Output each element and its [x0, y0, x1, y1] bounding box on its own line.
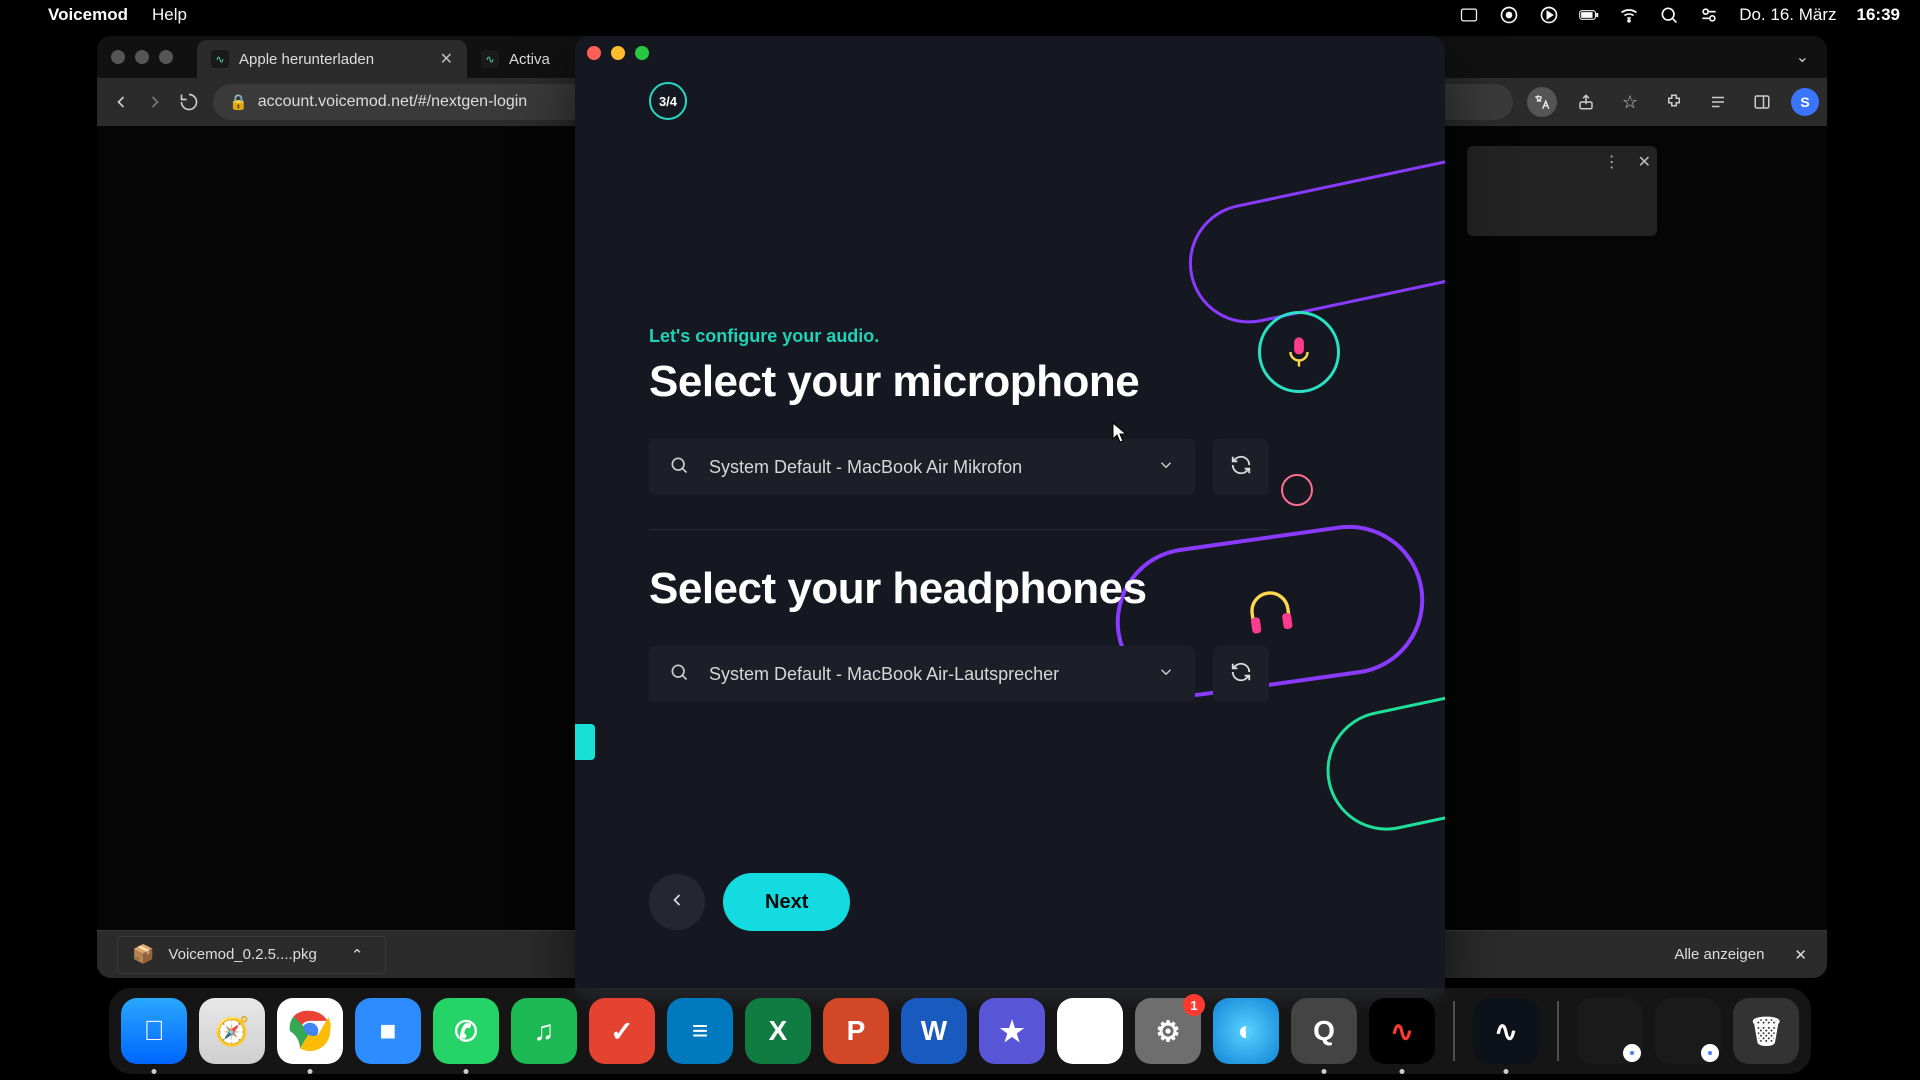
voicemod-traffic-lights[interactable]	[587, 46, 649, 60]
decorative-ring-green	[1315, 670, 1445, 841]
dock-divider	[1557, 1001, 1559, 1061]
tab2-favicon-icon: ∿	[481, 50, 499, 68]
dock-trash[interactable]: 🗑	[1733, 998, 1799, 1064]
decorative-small-circle	[1281, 474, 1313, 506]
reading-list-icon[interactable]	[1703, 87, 1733, 117]
onboarding-step-badge: 3/4	[649, 82, 687, 120]
dock-settings[interactable]: ⚙1	[1135, 998, 1201, 1064]
refresh-icon	[1230, 661, 1252, 688]
dock-todoist[interactable]: ✓	[589, 998, 655, 1064]
dock-chrome[interactable]	[277, 998, 343, 1064]
menubar-app-name[interactable]: Voicemod	[48, 5, 128, 25]
share-icon[interactable]	[1571, 87, 1601, 117]
menubar-wifi-icon[interactable]	[1619, 5, 1639, 25]
headphones-refresh-button[interactable]	[1213, 646, 1269, 702]
dock-trello[interactable]: ≡	[667, 998, 733, 1064]
mic-section-title: Select your microphone	[649, 357, 1269, 407]
dock-voicemod[interactable]: ∿	[1473, 998, 1539, 1064]
macos-menubar: Voicemod Help Do. 16. März 16:39	[0, 0, 1920, 29]
nav-forward-icon[interactable]	[145, 89, 165, 115]
headphones-section-title: Select your headphones	[649, 564, 1269, 614]
chevron-down-icon	[1157, 456, 1175, 479]
download-item[interactable]: 📦 Voicemod_0.2.5....pkg ⌃	[117, 936, 386, 974]
onboarding-subtitle: Let's configure your audio.	[649, 326, 1269, 347]
dock-siri[interactable]: ◐	[1213, 998, 1279, 1064]
panel-close-icon[interactable]: ✕	[1638, 152, 1651, 172]
menubar-date[interactable]: Do. 16. März	[1739, 5, 1836, 25]
decorative-ring-top	[1178, 117, 1445, 334]
chrome-tab-2[interactable]: ∿ Activa	[467, 40, 564, 78]
dock-spotify[interactable]: ♫	[511, 998, 577, 1064]
extensions-icon[interactable]	[1659, 87, 1689, 117]
chrome-profile-avatar[interactable]: S	[1791, 88, 1819, 116]
tabs-overflow-icon[interactable]: ⌄	[1796, 47, 1827, 67]
voicemod-window: 3/4 Let's configure your audio. Select y…	[575, 36, 1445, 1001]
dock-safari[interactable]: 🧭	[199, 998, 265, 1064]
dock-quicktime[interactable]: Q	[1291, 998, 1357, 1064]
search-icon	[669, 662, 689, 687]
tab1-title: Apple herunterladen	[239, 51, 374, 68]
dock-word[interactable]: W	[901, 998, 967, 1064]
headphones-selected-value: System Default - MacBook Air-Lautspreche…	[709, 664, 1059, 685]
dock-powerpoint[interactable]: P	[823, 998, 889, 1064]
dock-whatsapp[interactable]: ✆	[433, 998, 499, 1064]
chrome-traffic-lights[interactable]	[111, 50, 173, 64]
macos-dock: 􀈕 🧭 ■ ✆ ♫ ✓ ≡ X P W ★ ▲ ⚙1 ◐ Q ∿ ∿ 🗑	[109, 988, 1811, 1074]
microphone-badge-icon	[1258, 311, 1340, 393]
download-filename: Voicemod_0.2.5....pkg	[168, 946, 316, 963]
menubar-battery-icon[interactable]	[1579, 5, 1599, 25]
chevron-down-icon	[1157, 663, 1175, 686]
menubar-control-center-icon[interactable]	[1699, 5, 1719, 25]
microphone-refresh-button[interactable]	[1213, 439, 1269, 495]
bookmark-icon[interactable]: ☆	[1615, 87, 1645, 117]
menubar-search-icon[interactable]	[1659, 5, 1679, 25]
chrome-tab-1[interactable]: ∿ Apple herunterladen ✕	[197, 40, 467, 78]
dock-voicememos[interactable]: ∿	[1369, 998, 1435, 1064]
package-icon: 📦	[132, 944, 154, 965]
downloads-show-all[interactable]: Alle anzeigen	[1674, 946, 1764, 963]
menubar-time[interactable]: 16:39	[1857, 5, 1900, 25]
dock-divider	[1453, 1001, 1455, 1061]
url-text: account.voicemod.net/#/nextgen-login	[258, 93, 528, 111]
menubar-record-icon[interactable]	[1499, 5, 1519, 25]
downloads-close-icon[interactable]: ✕	[1794, 946, 1807, 964]
microphone-select[interactable]: System Default - MacBook Air Mikrofon	[649, 439, 1195, 495]
dock-zoom[interactable]: ■	[355, 998, 421, 1064]
settings-badge: 1	[1183, 994, 1205, 1016]
dock-googledrive[interactable]: ▲	[1057, 998, 1123, 1064]
menubar-lang-icon[interactable]	[1459, 5, 1479, 25]
dock-imovie[interactable]: ★	[979, 998, 1045, 1064]
microphone-selected-value: System Default - MacBook Air Mikrofon	[709, 457, 1022, 478]
translate-icon[interactable]	[1527, 87, 1557, 117]
download-menu-icon[interactable]: ⌃	[351, 946, 364, 964]
dock-finder[interactable]: 􀈕	[121, 998, 187, 1064]
arrow-left-icon	[667, 890, 687, 915]
search-icon	[669, 455, 689, 480]
menubar-help[interactable]: Help	[152, 5, 187, 25]
lock-icon: 🔒	[229, 93, 248, 111]
chrome-dropdown-panel: ⋮ ✕	[1467, 146, 1657, 236]
nav-back-icon[interactable]	[111, 89, 131, 115]
tab1-favicon-icon: ∿	[211, 50, 229, 68]
tab1-close-icon[interactable]: ✕	[440, 49, 453, 69]
decorative-teal-block	[575, 724, 595, 760]
headphones-select[interactable]: System Default - MacBook Air-Lautspreche…	[649, 646, 1195, 702]
sidepanel-icon[interactable]	[1747, 87, 1777, 117]
dock-minimized-1[interactable]	[1577, 998, 1643, 1064]
dock-excel[interactable]: X	[745, 998, 811, 1064]
dock-minimized-2[interactable]	[1655, 998, 1721, 1064]
refresh-icon	[1230, 454, 1252, 481]
tab2-title: Activa	[509, 51, 550, 68]
menubar-play-icon[interactable]	[1539, 5, 1559, 25]
nav-reload-icon[interactable]	[179, 89, 199, 115]
back-button[interactable]	[649, 874, 705, 930]
next-button[interactable]: Next	[723, 873, 850, 931]
panel-menu-icon[interactable]: ⋮	[1604, 152, 1620, 172]
section-divider	[649, 529, 1269, 530]
